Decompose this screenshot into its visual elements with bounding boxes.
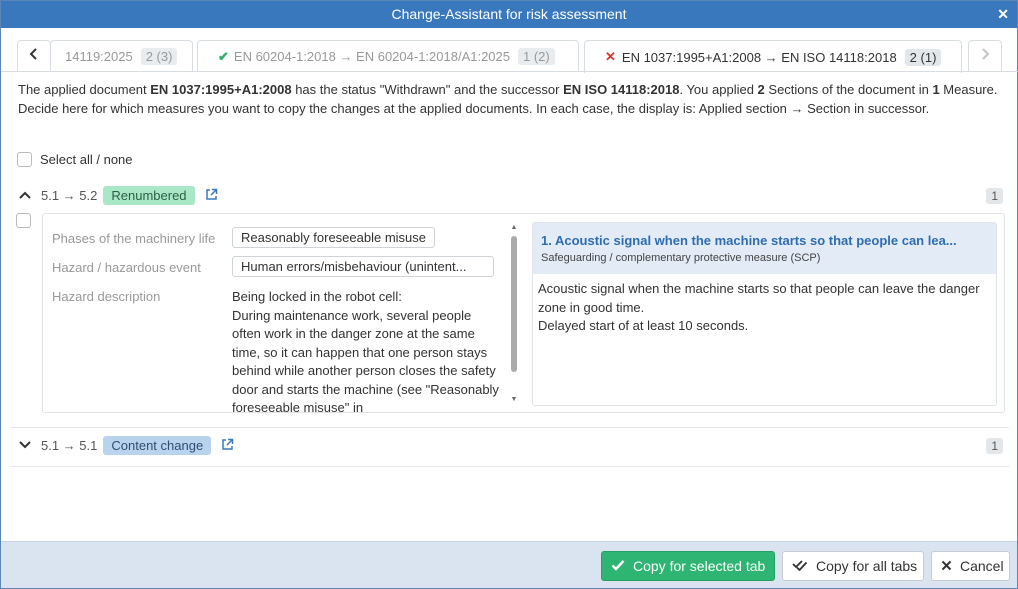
- error-icon: ✕: [605, 49, 616, 64]
- measure-title[interactable]: 1. Acoustic signal when the machine star…: [541, 233, 988, 248]
- cancel-button[interactable]: Cancel: [931, 551, 1010, 581]
- scroll-thumb[interactable]: [511, 236, 517, 372]
- successor-document: EN ISO 14118:2018: [563, 82, 680, 97]
- section-divider: [11, 427, 1009, 428]
- hazard-description-label: Hazard description: [52, 289, 161, 304]
- tab-document-3[interactable]: ✕ EN 1037:1995+A1:2008 → EN ISO 14118:20…: [584, 40, 962, 73]
- status-badge: Content change: [103, 436, 212, 455]
- section-count-badge: 1: [986, 437, 1003, 454]
- info-part: . You applied: [679, 82, 758, 97]
- phase-label: Phases of the machinery life: [52, 231, 216, 246]
- measure-text-line: Delayed start of at least 10 seconds.: [538, 318, 749, 333]
- measure-text-line: Acoustic signal when the machine starts …: [538, 281, 980, 315]
- hazard-description: Being locked in the robot cell: During m…: [232, 288, 502, 412]
- hazard-scrollbar[interactable]: ▲ ▼: [509, 224, 519, 404]
- tab-label: EN 1037:1995+A1:2008 → EN ISO 14118:2018: [621, 49, 897, 65]
- copy-selected-tab-button[interactable]: Copy for selected tab: [601, 551, 775, 581]
- select-all-label: Select all / none: [40, 152, 133, 167]
- tab-count: 2 (1): [904, 48, 942, 66]
- tab-label: 14119:2025: [65, 49, 133, 64]
- hazard-pane: Phases of the machinery life Reasonably …: [43, 214, 525, 412]
- close-icon: [941, 558, 952, 574]
- phase-value: Reasonably foreseeable misuse: [232, 227, 435, 248]
- section-divider: [11, 466, 1009, 467]
- scroll-up-icon[interactable]: ▲: [509, 224, 519, 232]
- measure-card: Phases of the machinery life Reasonably …: [42, 213, 1005, 413]
- dialog-titlebar: Change-Assistant for risk assessment ✕: [1, 1, 1017, 28]
- section-mapping: 5.1 → 5.1: [41, 438, 98, 453]
- select-all-checkbox[interactable]: [17, 152, 32, 167]
- dialog-footer: Copy for selected tab Copy for all tabs …: [1, 541, 1017, 588]
- chevron-right-icon: [980, 47, 990, 66]
- info-text: The applied document EN 1037:1995+A1:200…: [18, 80, 1008, 118]
- status-badge: Renumbered: [103, 186, 195, 205]
- check-icon: ✔: [218, 48, 229, 64]
- applied-document: EN 1037:1995+A1:2008: [150, 82, 292, 97]
- tab-divider: [1, 71, 1018, 72]
- description-line: During maintenance work, several people …: [232, 307, 499, 413]
- hazard-label: Hazard / hazardous event: [52, 260, 201, 275]
- section-header-2[interactable]: 5.1 → 5.1 Content change 1: [17, 436, 1003, 455]
- tab-document-2[interactable]: ✔ EN 60204-1:2018 → EN 60204-1:2018/A1:2…: [197, 40, 579, 72]
- measures-count: 1: [932, 82, 940, 97]
- scroll-down-icon[interactable]: ▼: [509, 396, 519, 404]
- sections-count: 2: [757, 82, 765, 97]
- section-count-badge: 1: [986, 187, 1003, 204]
- info-part: has the status "Withdrawn" and the succe…: [291, 82, 564, 97]
- document-tabs: 14119:2025 2 (3) ✔ EN 60204-1:2018 → EN …: [17, 40, 1003, 73]
- section-mapping: 5.1 → 5.2: [41, 188, 98, 203]
- tab-count: 2 (3): [140, 48, 178, 65]
- copy-selected-label: Copy for selected tab: [633, 558, 766, 574]
- copy-all-label: Copy for all tabs: [816, 558, 918, 574]
- info-part: The applied document: [18, 82, 151, 97]
- external-link-icon[interactable]: [205, 188, 218, 204]
- chevron-down-icon[interactable]: [17, 438, 33, 453]
- copy-all-tabs-button[interactable]: Copy for all tabs: [782, 551, 924, 581]
- tab-next-button[interactable]: [968, 40, 1002, 72]
- chevron-left-icon: [29, 47, 39, 66]
- description-line: Being locked in the robot cell:: [232, 289, 402, 304]
- tab-prev-button[interactable]: [17, 40, 51, 72]
- tab-count: 1 (2): [518, 48, 555, 65]
- external-link-icon[interactable]: [221, 438, 234, 454]
- select-all-row[interactable]: Select all / none: [17, 152, 133, 167]
- measure-subtitle: Safeguarding / complementary protective …: [541, 252, 821, 264]
- change-assistant-dialog: Change-Assistant for risk assessment ✕ 1…: [0, 0, 1018, 589]
- measure-body: Acoustic signal when the machine starts …: [533, 274, 996, 342]
- dialog-title: Change-Assistant for risk assessment: [391, 6, 627, 22]
- hazard-value: Human errors/misbehaviour (unintent...: [232, 256, 494, 277]
- close-icon[interactable]: ✕: [997, 1, 1009, 28]
- chevron-up-icon[interactable]: [17, 188, 33, 203]
- tab-document-1[interactable]: 14119:2025 2 (3): [50, 40, 193, 72]
- measure-panel: 1. Acoustic signal when the machine star…: [532, 222, 997, 406]
- check-icon: [611, 558, 625, 574]
- measure-row-checkbox[interactable]: [16, 213, 31, 228]
- info-part: Sections of the document in: [764, 82, 933, 97]
- measure-header: 1. Acoustic signal when the machine star…: [533, 223, 996, 274]
- cancel-label: Cancel: [960, 558, 1004, 574]
- double-check-icon: [792, 558, 808, 574]
- section-header-1[interactable]: 5.1 → 5.2 Renumbered 1: [17, 186, 1003, 205]
- tab-label: EN 60204-1:2018 → EN 60204-1:2018/A1:202…: [233, 49, 510, 64]
